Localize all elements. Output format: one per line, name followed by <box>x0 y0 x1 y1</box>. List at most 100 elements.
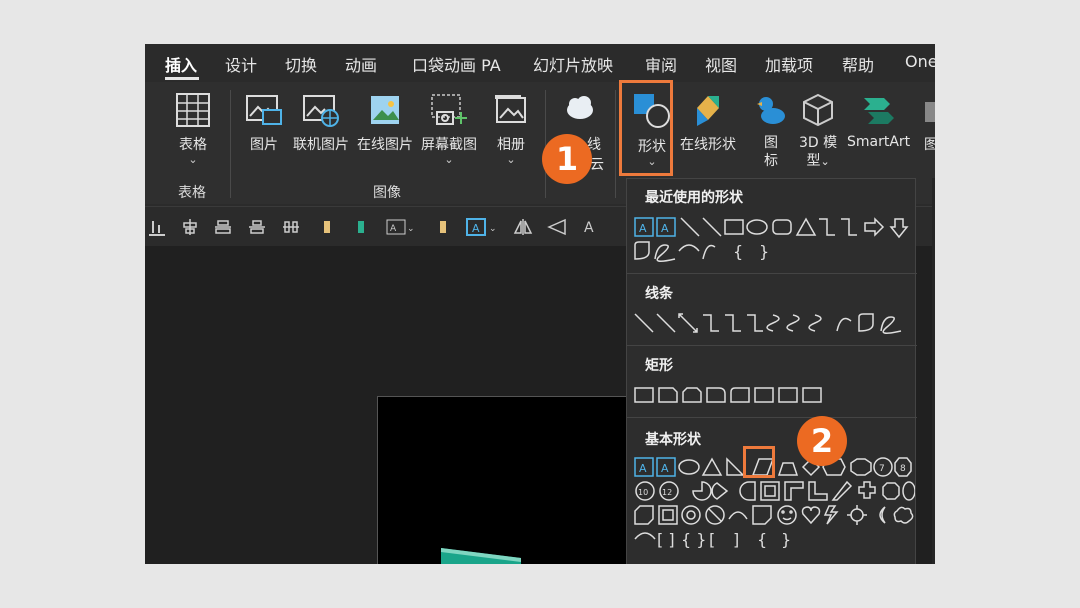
recent-shapes-row[interactable]: A A <box>633 215 915 239</box>
camera-plus-icon <box>431 94 467 125</box>
svg-text:]: ] <box>733 530 739 549</box>
section-divider <box>627 345 917 346</box>
tab-transitions[interactable]: 切换 <box>285 52 317 76</box>
recent-shapes-row-2[interactable]: {} <box>633 239 783 263</box>
tab-onenote[interactable]: One <box>905 52 935 71</box>
smartart-icon <box>863 98 894 124</box>
online-shapes-button[interactable]: 在线形状 <box>680 92 736 154</box>
group-label-tables: 表格 <box>178 185 206 201</box>
teal-shape <box>441 548 521 564</box>
svg-text:A: A <box>472 222 480 235</box>
lines-row[interactable] <box>633 311 915 335</box>
chart-icon <box>925 102 935 122</box>
cloud-image-icon <box>371 96 399 124</box>
align-center-icon[interactable] <box>180 217 200 237</box>
table-button[interactable]: 表格 ⌄ <box>175 92 211 166</box>
dropdown-scrollbar[interactable]: ▲ <box>932 178 935 564</box>
svg-text:7: 7 <box>879 464 885 474</box>
fill-color-green-icon[interactable] <box>351 217 371 237</box>
align-top-icon[interactable] <box>247 217 267 237</box>
album-icon <box>495 95 526 123</box>
font-icon[interactable]: A <box>581 217 601 237</box>
distribute-icon[interactable] <box>147 217 167 237</box>
distribute-horizontal-icon[interactable] <box>281 217 301 237</box>
tab-review[interactable]: 审阅 <box>645 52 677 76</box>
chevron-down-icon: ⌄ <box>188 153 198 166</box>
text-box-icon[interactable]: A ⌄ <box>465 217 501 237</box>
group-divider <box>230 90 231 198</box>
fill-color-icon[interactable] <box>317 217 337 237</box>
cloud-icon <box>567 96 593 119</box>
step-2-badge: 2 <box>797 416 847 466</box>
cloud-button[interactable] <box>563 92 597 134</box>
tab-insert[interactable]: 插入 <box>165 52 197 76</box>
svg-text:[ ]: [ ] <box>657 530 675 549</box>
ribbon-tabs: 插入 设计 切换 动画 口袋动画 PA 幻灯片放映 审阅 视图 加载项 帮助 O… <box>145 44 935 82</box>
svg-text:⌄: ⌄ <box>489 224 497 234</box>
online-image-button[interactable]: 在线图片 <box>357 92 413 154</box>
3d-models-button[interactable]: 3D 模 型⌄ <box>799 92 837 171</box>
icons-button[interactable]: 图 标 <box>753 92 789 170</box>
fill-color-tan-icon[interactable] <box>433 217 453 237</box>
online-picture-button[interactable]: 联机图片 <box>293 92 349 154</box>
table-icon <box>176 93 210 127</box>
step-1-badge: 1 <box>542 134 592 184</box>
rect-title: 矩形 <box>645 358 673 374</box>
svg-text:A: A <box>661 462 669 475</box>
screenshot-button[interactable]: 屏幕截图 ⌄ <box>421 92 477 166</box>
tab-view[interactable]: 视图 <box>705 52 737 76</box>
tab-help[interactable]: 帮助 <box>842 52 874 76</box>
chevron-down-icon: ⌄ <box>820 155 830 168</box>
group-label-images: 图像 <box>373 185 401 201</box>
svg-text:10: 10 <box>638 488 648 497</box>
smartart-button[interactable]: SmartArt <box>847 92 910 150</box>
basic-shapes-row-2[interactable]: 10 12 <box>633 479 915 503</box>
powerpoint-window: 插入 设计 切换 动画 口袋动画 PA 幻灯片放映 审阅 视图 加载项 帮助 O… <box>145 44 935 564</box>
tab-pocket-animation[interactable]: 口袋动画 PA <box>412 52 501 76</box>
cloud-button-label-2: 云 <box>590 157 604 173</box>
tab-design[interactable]: 设计 <box>225 52 257 76</box>
svg-text:{: { <box>757 530 767 549</box>
bird-icon <box>757 97 785 124</box>
shapes-highlight-box <box>619 80 673 176</box>
chart-button[interactable]: 图 <box>923 92 935 154</box>
svg-text:A: A <box>639 222 647 235</box>
chevron-down-icon: ⌄ <box>506 153 516 166</box>
section-divider <box>627 417 917 418</box>
align-middle-icon[interactable] <box>213 217 233 237</box>
section-divider <box>627 273 917 274</box>
svg-text:}: } <box>759 242 769 261</box>
svg-text:[: [ <box>709 530 715 549</box>
tab-animations[interactable]: 动画 <box>345 52 377 76</box>
svg-text:A: A <box>390 224 397 234</box>
picture-button[interactable]: 图片 <box>245 92 283 154</box>
slide-thumbnail[interactable] <box>377 396 637 564</box>
basic-shapes-title: 基本形状 <box>645 432 701 448</box>
shapes-dropdown: 最近使用的形状 A A {} 线条 矩形 基本形状 A A 78 10 12 [… <box>626 178 917 564</box>
flip-icon[interactable] <box>513 217 533 237</box>
photo-album-button[interactable]: 相册 ⌄ <box>493 92 529 166</box>
globe-picture-icon <box>303 95 339 127</box>
basic-shapes-row-4[interactable]: [ ] { }[] {} <box>633 527 793 551</box>
svg-text:A: A <box>639 462 647 475</box>
svg-text:⌄: ⌄ <box>407 224 415 234</box>
lines-title: 线条 <box>645 286 673 302</box>
text-fit-icon[interactable]: A ⌄ <box>385 217 415 237</box>
online-shapes-icon <box>697 96 719 126</box>
triangle-left-icon[interactable] <box>547 217 567 237</box>
svg-text:12: 12 <box>662 488 672 497</box>
svg-text:A: A <box>661 222 669 235</box>
basic-shapes-row-3[interactable] <box>633 503 915 527</box>
picture-icon <box>246 95 282 125</box>
tab-addins[interactable]: 加载项 <box>765 52 813 76</box>
svg-text:8: 8 <box>900 464 906 474</box>
rect-row[interactable] <box>633 383 853 407</box>
svg-text:{: { <box>733 242 743 261</box>
tab-slideshow[interactable]: 幻灯片放映 <box>533 52 613 76</box>
svg-text:}: } <box>781 530 791 549</box>
cube-icon <box>803 93 834 127</box>
svg-text:A: A <box>584 220 594 236</box>
chevron-down-icon: ⌄ <box>444 153 454 166</box>
group-divider <box>615 90 616 198</box>
active-tab-indicator <box>165 77 199 80</box>
